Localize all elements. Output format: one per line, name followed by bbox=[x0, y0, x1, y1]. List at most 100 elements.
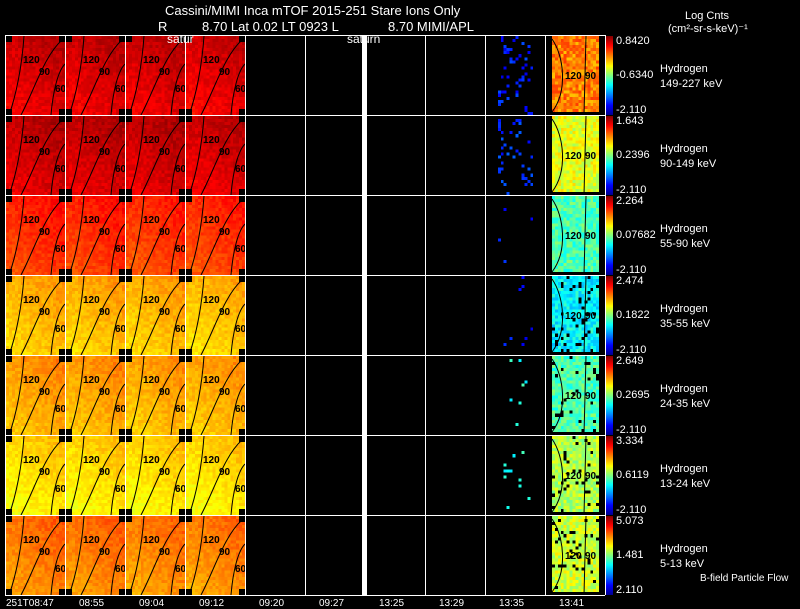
image-panel: 120 90 60 bbox=[126, 516, 185, 595]
contour-label-90: 90 bbox=[159, 147, 171, 158]
contour-label-120: 120 bbox=[83, 375, 100, 386]
contour-label-60: 60 bbox=[175, 244, 185, 255]
colorbar bbox=[605, 276, 613, 355]
contour-label-120: 120 bbox=[23, 535, 40, 546]
image-panel bbox=[486, 356, 545, 435]
bfield-note: B-field Particle Flow bbox=[700, 573, 789, 584]
x-tick-label: 13:41 bbox=[559, 598, 585, 609]
image-panel: 120 90 bbox=[546, 356, 605, 435]
contour-label-90: 90 bbox=[219, 227, 231, 238]
image-panel: 120 90 bbox=[546, 436, 605, 515]
energy-range-label: 90-149 keV bbox=[660, 158, 717, 170]
grid-hline bbox=[5, 435, 605, 436]
contour-label-90: 90 bbox=[159, 387, 171, 398]
contour-label-120: 120 bbox=[203, 295, 220, 306]
contour-label-90: 90 bbox=[219, 147, 231, 158]
colorbar-mid: 0.1822 bbox=[616, 309, 650, 321]
contour-label-90: 90 bbox=[39, 227, 51, 238]
contour-overlay: 12090 60 bbox=[188, 196, 245, 275]
grid-vline bbox=[485, 35, 486, 595]
grid-vline bbox=[425, 35, 426, 595]
contour-label-90: 90 bbox=[585, 231, 597, 242]
contour-overlay: 120 90 bbox=[551, 436, 597, 515]
species-label: Hydrogen bbox=[660, 223, 708, 235]
image-panel bbox=[486, 196, 545, 275]
contour-120 bbox=[68, 356, 85, 435]
contour-overlay: 12090 60 bbox=[68, 196, 125, 275]
contour-overlay: 12090 60 bbox=[68, 276, 125, 355]
contour-label-60: 60 bbox=[55, 484, 65, 495]
contour-label-120: 120 bbox=[565, 231, 582, 242]
contour-label-120: 120 bbox=[143, 135, 160, 146]
contour-overlay: 12090 60 bbox=[188, 36, 245, 115]
colorbar bbox=[605, 196, 613, 275]
contour-label-120: 120 bbox=[143, 295, 160, 306]
colorbar bbox=[605, 436, 613, 515]
grid-vline bbox=[65, 35, 66, 595]
contour-overlay: 12090 60 bbox=[8, 516, 65, 595]
contour-label-60: 60 bbox=[175, 324, 185, 335]
contour-120 bbox=[128, 116, 145, 195]
contour-label-60: 60 bbox=[115, 244, 125, 255]
contour-120 bbox=[68, 516, 85, 595]
contour-120 bbox=[128, 276, 145, 355]
contour-label-90: 90 bbox=[39, 67, 51, 78]
contour-120 bbox=[8, 276, 25, 355]
contour-overlay: 120 90 bbox=[551, 356, 597, 435]
image-panel bbox=[486, 36, 545, 115]
contour-label-120: 120 bbox=[203, 215, 220, 226]
contour-label-60: 60 bbox=[115, 404, 125, 415]
contour-overlay: 12090 60 bbox=[128, 36, 185, 115]
x-tick-label: 09:04 bbox=[139, 598, 165, 609]
heatmap-image bbox=[486, 276, 545, 355]
contour-label-90: 90 bbox=[219, 467, 231, 478]
contour-label-90: 90 bbox=[39, 467, 51, 478]
species-label: Hydrogen bbox=[660, 463, 708, 475]
contour-120 bbox=[128, 516, 145, 595]
contour-label-120: 120 bbox=[143, 55, 160, 66]
contour-label-90: 90 bbox=[99, 227, 111, 238]
contour-label-90: 90 bbox=[585, 391, 597, 402]
image-panel: 120 90 60 bbox=[66, 116, 125, 195]
contour-label-60: 60 bbox=[55, 324, 65, 335]
contour-label-60: 60 bbox=[235, 484, 245, 495]
contour-label-120: 120 bbox=[23, 455, 40, 466]
contour-label-60: 60 bbox=[235, 404, 245, 415]
l-value: 8.70 MIMI/APL bbox=[388, 19, 474, 34]
position-info: 8.70 Lat 0.02 LT 0923 L bbox=[202, 19, 339, 34]
contour-overlay: 12090 60 bbox=[68, 116, 125, 195]
image-panel: 120 90 60 bbox=[6, 196, 65, 275]
contour-120 bbox=[551, 38, 563, 113]
x-tick-label: 08:55 bbox=[79, 598, 105, 609]
species-label: Hydrogen bbox=[660, 303, 708, 315]
contour-label-60: 60 bbox=[55, 164, 65, 175]
contour-label-90: 90 bbox=[99, 147, 111, 158]
contour-overlay: 12090 60 bbox=[8, 36, 65, 115]
contour-label-90: 90 bbox=[39, 547, 51, 558]
x-tick-label: 13:35 bbox=[499, 598, 525, 609]
energy-range-label: 13-24 keV bbox=[660, 478, 711, 490]
energy-range-label: 5-13 keV bbox=[660, 558, 705, 570]
contour-overlay: 12090 60 bbox=[8, 196, 65, 275]
image-panel bbox=[486, 116, 545, 195]
heatmap-image bbox=[486, 436, 545, 515]
saturn-marker-left: satur bbox=[167, 32, 194, 46]
contour-label-90: 90 bbox=[219, 547, 231, 558]
contour-label-120: 120 bbox=[143, 535, 160, 546]
image-panel: 120 90 60 bbox=[126, 356, 185, 435]
contour-120 bbox=[551, 118, 563, 193]
contour-overlay: 12090 60 bbox=[128, 516, 185, 595]
contour-label-60: 60 bbox=[115, 564, 125, 575]
image-panel: 120 90 60 bbox=[186, 436, 245, 515]
contour-120 bbox=[188, 196, 205, 275]
grid-hline bbox=[5, 515, 605, 516]
image-panel: 120 90 60 bbox=[6, 36, 65, 115]
contour-label-60: 60 bbox=[55, 244, 65, 255]
image-panel: 120 90 60 bbox=[66, 516, 125, 595]
grid-hline bbox=[5, 595, 605, 596]
contour-label-90: 90 bbox=[99, 387, 111, 398]
contour-label-120: 120 bbox=[565, 551, 582, 562]
contour-label-120: 120 bbox=[203, 55, 220, 66]
grid-vline bbox=[305, 35, 306, 595]
data-gap-bar bbox=[362, 35, 367, 595]
